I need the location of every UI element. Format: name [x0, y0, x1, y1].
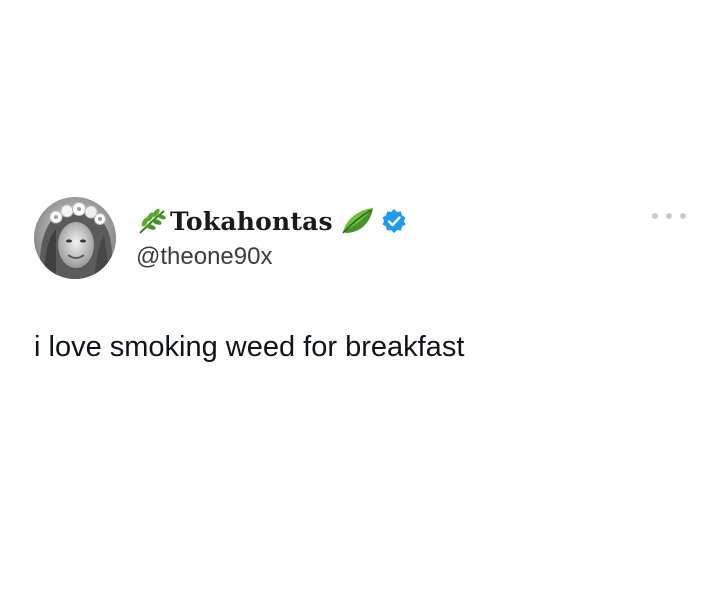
avatar-photo: [34, 197, 116, 279]
author-handle[interactable]: @theone90x: [136, 243, 272, 271]
more-dot: [652, 213, 658, 219]
avatar[interactable]: [34, 197, 116, 279]
more-options-icon[interactable]: [652, 206, 686, 226]
verified-badge-icon: [381, 208, 407, 234]
more-dot: [680, 213, 686, 219]
leaf-icon: [339, 206, 375, 236]
herb-icon: [136, 207, 168, 235]
tweet-text: i love smoking weed for breakfast: [34, 331, 465, 363]
tweet-card: Tokahontas @theone90x i love smoking wee…: [0, 0, 720, 596]
author-display-name[interactable]: Tokahontas: [170, 207, 333, 236]
more-dot: [666, 213, 672, 219]
author-name-row[interactable]: Tokahontas: [136, 205, 407, 237]
